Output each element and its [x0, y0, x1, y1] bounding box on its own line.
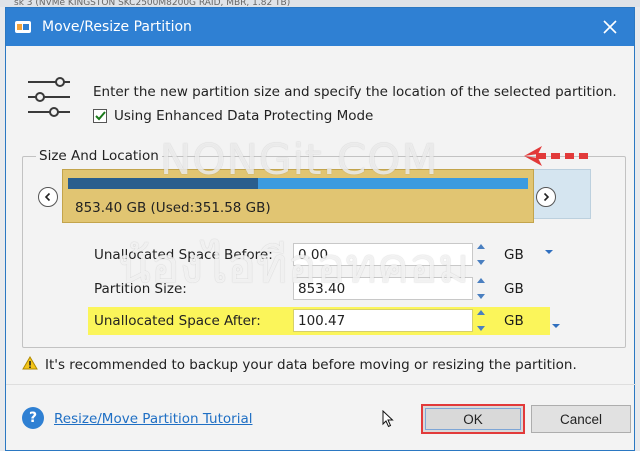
warning-icon: [22, 356, 38, 374]
red-arrow-annotation: [522, 144, 600, 172]
partition-app-icon: [14, 19, 32, 35]
chevron-right-icon: [543, 192, 550, 202]
intro-text: Enter the new partition size and specify…: [93, 84, 617, 100]
warning-text: It's recommended to backup your data bef…: [45, 357, 577, 373]
warning-row: It's recommended to backup your data bef…: [22, 356, 577, 374]
unallocated-before-unit: GB: [504, 247, 524, 263]
size-location-group: Size And Location 853.40 GB (Used:351.58…: [22, 148, 626, 348]
checkmark-icon: [94, 111, 106, 121]
unit-dropdown-icon[interactable]: [551, 319, 561, 334]
unallocated-after-input[interactable]: 100.47: [293, 309, 473, 332]
move-resize-dialog: Move/Resize Partition Enter the new part…: [5, 7, 636, 451]
unallocated-after-row: Unallocated Space After: 100.47 GB: [88, 307, 550, 335]
partition-size-label: 853.40 GB (Used:351.58 GB): [75, 200, 271, 216]
intro-section: Enter the new partition size and specify…: [6, 46, 636, 146]
ok-button[interactable]: OK: [421, 404, 525, 434]
dialog-title: Move/Resize Partition: [42, 19, 192, 35]
spin-down-icon: [476, 294, 485, 299]
spin-down-icon: [476, 326, 485, 331]
footer-divider: [6, 384, 636, 385]
help-icon[interactable]: ?: [22, 407, 44, 429]
unallocated-before-spinner[interactable]: [473, 243, 488, 266]
spin-up-icon: [476, 244, 485, 249]
sliders-icon: [26, 76, 72, 122]
partition-size-input[interactable]: 853.40: [293, 277, 473, 300]
spin-up-icon: [476, 310, 485, 315]
partition-size-unit: GB: [504, 281, 524, 297]
unallocated-before-row: Unallocated Space Before: 0.00 GB: [88, 241, 553, 269]
close-icon[interactable]: [600, 17, 620, 37]
tutorial-link[interactable]: Resize/Move Partition Tutorial: [54, 411, 252, 427]
usage-bar[interactable]: [68, 178, 528, 189]
unit-dropdown-icon[interactable]: [544, 245, 554, 260]
unallocated-before-input[interactable]: 0.00: [293, 243, 473, 266]
unallocated-before-label: Unallocated Space Before:: [94, 247, 273, 263]
cancel-button[interactable]: Cancel: [531, 405, 631, 433]
background-window-title: sk 3 (NVMe KINGSTON SKC2500M8200G RAID, …: [0, 0, 640, 7]
used-space-fill: [68, 178, 258, 189]
move-left-button[interactable]: [38, 187, 58, 207]
partition-size-spinner[interactable]: [473, 277, 488, 300]
mouse-cursor-icon: [382, 409, 394, 432]
unallocated-after-unit: GB: [504, 313, 524, 329]
partition-block[interactable]: 853.40 GB (Used:351.58 GB): [62, 169, 534, 223]
unallocated-after-spinner[interactable]: [473, 309, 488, 332]
partition-size-row: Partition Size: 853.40 GB: [88, 275, 550, 303]
spin-up-icon: [476, 278, 485, 283]
chevron-left-icon: [44, 192, 51, 202]
protect-mode-label: Using Enhanced Data Protecting Mode: [114, 108, 374, 124]
spin-down-icon: [476, 260, 485, 265]
size-location-label: Size And Location: [36, 148, 162, 164]
protect-mode-row[interactable]: Using Enhanced Data Protecting Mode: [93, 108, 373, 124]
partition-size-field-label: Partition Size:: [94, 281, 187, 297]
protect-mode-checkbox[interactable]: [93, 109, 107, 123]
dialog-titlebar[interactable]: Move/Resize Partition: [6, 8, 634, 46]
move-right-button[interactable]: [536, 187, 556, 207]
unallocated-after-label: Unallocated Space After:: [94, 313, 261, 329]
